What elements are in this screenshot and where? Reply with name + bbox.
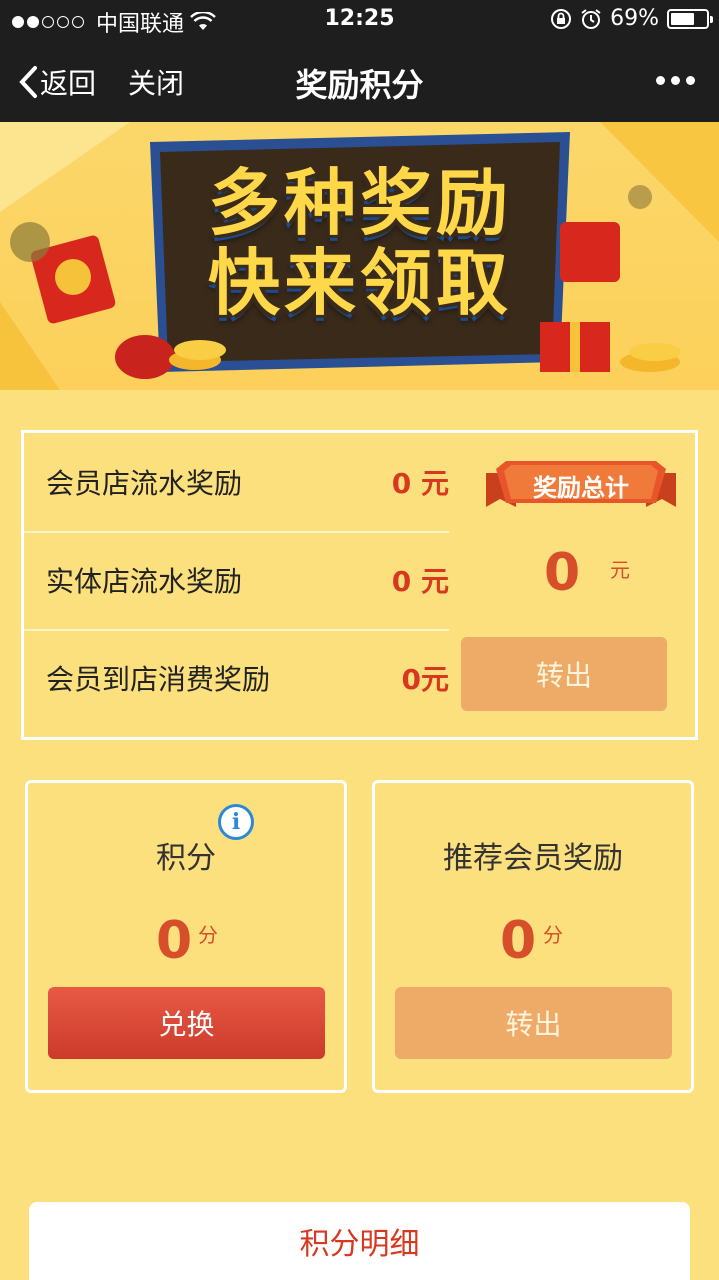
referral-unit: 分	[543, 923, 563, 947]
points-unit: 分	[198, 923, 218, 947]
reward-value: 0 元	[391, 565, 449, 598]
reward-row: 实体店流水奖励 0 元	[24, 531, 449, 629]
redeem-button[interactable]: 兑换	[48, 987, 325, 1059]
reward-label: 实体店流水奖励	[46, 565, 243, 598]
referral-reward-card: 推荐会员奖励 0 分 转出	[372, 780, 694, 1093]
points-card: 积分 i 0 分 兑换	[25, 780, 347, 1093]
transfer-out-button[interactable]: 转出	[461, 637, 667, 711]
reward-label: 会员店流水奖励	[46, 467, 243, 500]
more-icon[interactable]	[656, 76, 695, 85]
rotation-lock-icon	[551, 8, 572, 29]
status-bar: 中国联通 12:25 69%	[0, 0, 719, 40]
reward-value: 0 元	[391, 467, 449, 500]
referral-amount: 0	[500, 911, 537, 971]
points-amount: 0	[156, 911, 193, 971]
total-ribbon-label: 奖励总计	[533, 474, 629, 502]
battery-percent: 69%	[610, 6, 659, 31]
banner-headline-2: 快来领取	[207, 241, 512, 325]
total-ribbon: 奖励总计	[486, 455, 676, 515]
reward-summary-panel: 会员店流水奖励 0 元 实体店流水奖励 0 元 会员到店消费奖励 0元 奖励总计…	[21, 430, 698, 740]
banner-headline-1: 多种奖励	[207, 161, 512, 245]
referral-transfer-button[interactable]: 转出	[395, 987, 672, 1059]
battery-icon	[667, 8, 713, 29]
referral-title: 推荐会员奖励	[443, 841, 623, 876]
page-title: 奖励积分	[295, 66, 424, 104]
reward-label: 会员到店消费奖励	[46, 663, 271, 696]
reward-row: 会员店流水奖励 0 元	[24, 433, 449, 531]
points-detail-button[interactable]: 积分明细	[29, 1202, 690, 1280]
total-amount: 0	[544, 543, 581, 603]
status-right: 69%	[550, 6, 713, 31]
points-title: 积分	[156, 841, 216, 876]
info-icon[interactable]: i	[218, 804, 254, 840]
reward-row: 会员到店消费奖励 0元	[24, 629, 449, 727]
alarm-icon	[581, 8, 601, 29]
total-unit: 元	[610, 558, 630, 582]
reward-value: 0元	[401, 663, 449, 696]
nav-bar: 返回 关闭 奖励积分	[0, 40, 719, 122]
